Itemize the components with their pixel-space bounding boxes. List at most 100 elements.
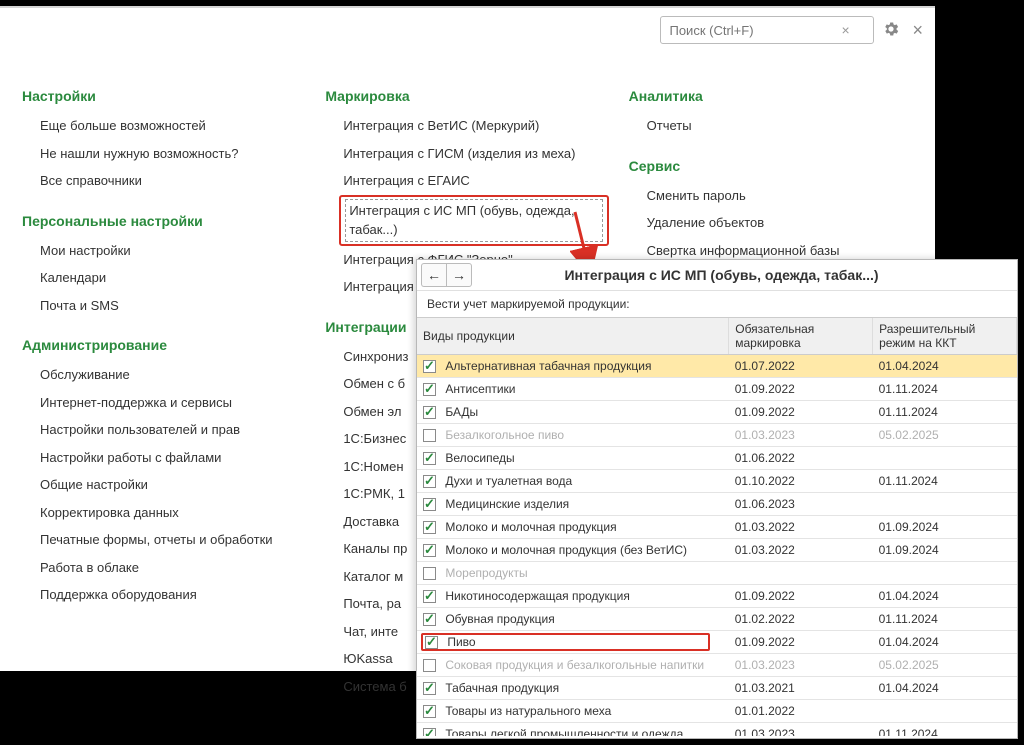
cell-product: Товары из натурального меха [417,700,729,723]
table-row[interactable]: Альтернативная табачная продукция01.07.2… [417,355,1017,378]
cell-product: Велосипеды [417,447,729,470]
table-row[interactable]: Табачная продукция01.03.202101.04.2024 [417,677,1017,700]
section-title: Настройки [22,88,305,104]
checkbox[interactable] [423,567,436,580]
checkbox[interactable] [425,636,438,649]
table-row[interactable]: Безалкогольное пиво01.03.202305.02.2025 [417,424,1017,447]
menu-item[interactable]: Поддержка оборудования [22,581,305,609]
checkbox[interactable] [423,705,436,718]
menu-item[interactable]: Еще больше возможностей [22,112,305,140]
table-row[interactable]: Соковая продукция и безалкогольные напит… [417,654,1017,677]
checkbox[interactable] [423,590,436,603]
checkbox[interactable] [423,360,436,373]
cell-product: Соковая продукция и безалкогольные напит… [417,654,729,677]
cell-date1: 01.10.2022 [729,470,873,493]
menu-item[interactable]: Почта и SMS [22,292,305,320]
menu-item[interactable]: Сменить пароль [629,182,912,210]
nav-back-button[interactable]: ← [421,263,446,287]
checkbox[interactable] [423,659,436,672]
cell-date2: 01.11.2024 [873,378,1017,401]
table-row[interactable]: Обувная продукция01.02.202201.11.2024 [417,608,1017,631]
table-row[interactable]: Духи и туалетная вода01.10.202201.11.202… [417,470,1017,493]
section-title: Персональные настройки [22,213,305,229]
checkbox[interactable] [423,452,436,465]
checkbox[interactable] [423,613,436,626]
table-row[interactable]: Медицинские изделия01.06.2023 [417,493,1017,516]
menu-item[interactable]: Общие настройки [22,471,305,499]
checkbox[interactable] [423,521,436,534]
menu-item[interactable]: Печатные формы, отчеты и обработки [22,526,305,554]
products-table-wrap[interactable]: Виды продукции Обязательная маркировка Р… [417,317,1017,736]
cell-date1: 01.09.2022 [729,631,873,654]
cell-date2: 01.11.2024 [873,470,1017,493]
table-row[interactable]: Молоко и молочная продукция (без ВетИС)0… [417,539,1017,562]
checkbox[interactable] [423,429,436,442]
section-title: Аналитика [629,88,912,104]
col-header-date2[interactable]: Разрешительный режим на ККТ [873,318,1017,355]
search-box[interactable]: × [660,16,874,44]
menu-item[interactable]: Корректировка данных [22,499,305,527]
section-title: Маркировка [325,88,608,104]
cell-date2: 01.11.2024 [873,723,1017,737]
overlay-panel: ← → Интеграция с ИС МП (обувь, одежда, т… [416,259,1018,739]
toolbar: × × [660,16,927,44]
table-row[interactable]: Товары легкой промышленности и одежда01.… [417,723,1017,737]
checkbox[interactable] [423,383,436,396]
cell-date1: 01.09.2022 [729,401,873,424]
cell-date1: 01.07.2022 [729,355,873,378]
menu-item[interactable]: Интернет-поддержка и сервисы [22,389,305,417]
menu-item[interactable]: Отчеты [629,112,912,140]
cell-date2: 05.02.2025 [873,424,1017,447]
menu-item[interactable]: Интеграция с ВетИС (Меркурий) [325,112,608,140]
cell-date1: 01.03.2022 [729,516,873,539]
checkbox[interactable] [423,682,436,695]
col-header-name[interactable]: Виды продукции [417,318,729,355]
menu-item[interactable]: Удаление объектов [629,209,912,237]
cell-product: Медицинские изделия [417,493,729,516]
checkbox[interactable] [423,498,436,511]
cell-date1: 01.03.2022 [729,539,873,562]
section-title: Администрирование [22,337,305,353]
checkbox[interactable] [423,728,436,736]
cell-date2: 01.11.2024 [873,401,1017,424]
col-header-date1[interactable]: Обязательная маркировка [729,318,873,355]
menu-item[interactable]: Работа в облаке [22,554,305,582]
menu-item[interactable]: Обслуживание [22,361,305,389]
cell-date2: 01.04.2024 [873,631,1017,654]
products-table: Виды продукции Обязательная маркировка Р… [417,318,1017,736]
menu-item[interactable]: Все справочники [22,167,305,195]
menu-item[interactable]: Мои настройки [22,237,305,265]
nav-forward-button[interactable]: → [446,263,472,287]
table-row[interactable]: Товары из натурального меха01.01.2022 [417,700,1017,723]
cell-date1: 01.01.2022 [729,700,873,723]
checkbox[interactable] [423,406,436,419]
cell-product: Безалкогольное пиво [417,424,729,447]
menu-item[interactable]: Календари [22,264,305,292]
table-row[interactable]: Пиво 01.09.202201.04.2024 [417,631,1017,654]
checkbox[interactable] [423,544,436,557]
menu-item[interactable]: Интеграция с ГИСМ (изделия из меха) [325,140,608,168]
overlay-header: ← → Интеграция с ИС МП (обувь, одежда, т… [417,260,1017,291]
checkbox[interactable] [423,475,436,488]
menu-item[interactable]: Настройки работы с файлами [22,444,305,472]
table-row[interactable]: Морепродукты [417,562,1017,585]
cell-product: БАДы [417,401,729,424]
cell-date2: 01.09.2024 [873,516,1017,539]
table-row[interactable]: Молоко и молочная продукция01.03.202201.… [417,516,1017,539]
table-row[interactable]: Никотиносодержащая продукция01.09.202201… [417,585,1017,608]
search-input[interactable] [667,22,841,39]
menu-item[interactable]: Не нашли нужную возможность? [22,140,305,168]
close-icon[interactable]: × [908,20,927,41]
cell-product: Обувная продукция [417,608,729,631]
table-row[interactable]: Антисептики01.09.202201.11.2024 [417,378,1017,401]
table-row[interactable]: Велосипеды01.06.2022 [417,447,1017,470]
menu-item[interactable]: Настройки пользователей и прав [22,416,305,444]
cell-product: Молоко и молочная продукция (без ВетИС) [417,539,729,562]
cell-date2: 01.11.2024 [873,608,1017,631]
menu-item[interactable]: Интеграция с ИС МП (обувь, одежда, табак… [339,195,608,246]
cell-product: Духи и туалетная вода [417,470,729,493]
menu-item[interactable]: Интеграция с ЕГАИС [325,167,608,195]
table-row[interactable]: БАДы01.09.202201.11.2024 [417,401,1017,424]
gear-icon[interactable] [882,20,900,41]
clear-search-icon[interactable]: × [841,22,849,38]
